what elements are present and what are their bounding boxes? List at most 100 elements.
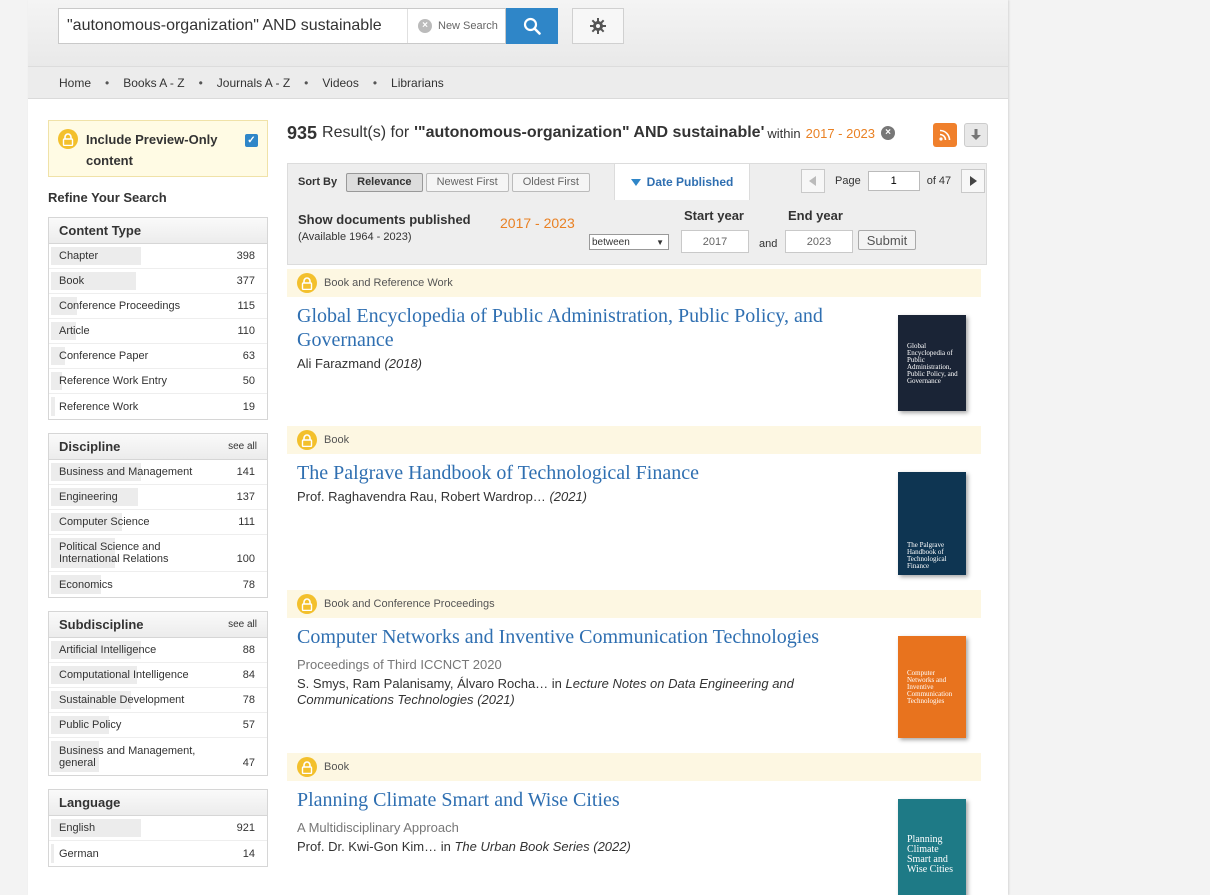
facet-item[interactable]: Sustainable Development 78: [49, 688, 267, 713]
facet-item[interactable]: Computer Science 111: [49, 510, 267, 535]
lock-icon: [58, 129, 78, 149]
facet-item[interactable]: Engineering 137: [49, 485, 267, 510]
facet-item[interactable]: Conference Paper 63: [49, 344, 267, 369]
facet-item[interactable]: Artificial Intelligence 88: [49, 638, 267, 663]
nav-videos[interactable]: Videos: [322, 76, 358, 90]
facet-item[interactable]: Political Science and International Rela…: [49, 535, 267, 572]
result-type-bar: Book: [287, 426, 981, 454]
nav-librarians[interactable]: Librarians: [391, 76, 444, 90]
facet-item[interactable]: Computational Intelligence 84: [49, 663, 267, 688]
date-filter: Show documents published (Available 1964…: [288, 200, 986, 264]
facet-item[interactable]: Article 110: [49, 319, 267, 344]
facet-item[interactable]: Economics 78: [49, 572, 267, 597]
page-label: Page: [835, 175, 861, 187]
nav-journals[interactable]: Journals A - Z: [217, 76, 290, 90]
end-year-input[interactable]: 2023: [785, 230, 853, 253]
new-search-button[interactable]: × New Search: [407, 9, 498, 43]
see-all-link[interactable]: see all: [228, 619, 257, 630]
facet-item-label: Computer Science: [59, 516, 150, 528]
result-type: Book and Reference Work: [324, 277, 453, 289]
facet-bar: [51, 397, 55, 416]
result-title-link[interactable]: The Palgrave Handbook of Technological F…: [287, 461, 987, 485]
book-cover[interactable]: Global Encyclopedia of Public Administra…: [898, 315, 966, 411]
remove-range-icon[interactable]: ×: [881, 126, 896, 140]
facet-item-label: Sustainable Development: [59, 694, 185, 706]
result-count: 935: [287, 122, 318, 143]
start-year-input[interactable]: 2017: [681, 230, 749, 253]
facet-item[interactable]: Business and Management 141: [49, 460, 267, 485]
rss-icon: [939, 129, 951, 141]
facet-item[interactable]: Public Policy 57: [49, 713, 267, 738]
end-year-label: End year: [788, 208, 843, 223]
result-subtitle: A Multidisciplinary Approach: [297, 820, 459, 835]
facet-item-label: Article: [59, 325, 90, 337]
facet-item-count: 14: [242, 847, 255, 860]
facet-item-count: 110: [237, 325, 255, 337]
download-button[interactable]: [964, 123, 988, 147]
facet-item[interactable]: German 14: [49, 841, 267, 866]
facet-item-label: Economics: [59, 578, 113, 591]
facet-item-count: 78: [242, 694, 255, 706]
facet-item-count: 47: [242, 757, 255, 769]
result-authors: Ali Farazmand (2018): [287, 356, 987, 372]
preview-only-toggle[interactable]: Include Preview-Only content ✓: [48, 120, 268, 177]
main-content: 935 Result(s) for '"autonomous-organizat…: [287, 120, 989, 895]
rss-button[interactable]: [933, 123, 957, 147]
facet-item-count: 50: [242, 375, 255, 387]
range-mode-select[interactable]: between ▼: [589, 234, 669, 250]
nav-books[interactable]: Books A - Z: [123, 76, 184, 90]
facet-item-label: German: [59, 847, 99, 860]
result-item: Book and Reference Work Global Encycloped…: [287, 269, 987, 426]
new-search-label: New Search: [438, 20, 498, 32]
result-type-bar: Book and Reference Work: [287, 269, 981, 297]
date-range: 2017 - 2023: [805, 125, 876, 141]
facet-item[interactable]: Conference Proceedings 115: [49, 294, 267, 319]
submit-button[interactable]: Submit: [858, 230, 916, 250]
facet-item[interactable]: Chapter 398: [49, 244, 267, 269]
see-all-link[interactable]: see all: [228, 441, 257, 452]
series-link[interactable]: The Urban Book Series: [454, 839, 589, 854]
facet-item[interactable]: Book 377: [49, 269, 267, 294]
result-type: Book and Conference Proceedings: [324, 598, 495, 610]
page-input[interactable]: [867, 171, 920, 191]
search-input[interactable]: [59, 9, 407, 43]
facet-item[interactable]: Reference Work 19: [49, 394, 267, 419]
facet-item-count: 141: [236, 466, 255, 478]
show-docs-label: Show documents published: [298, 212, 471, 227]
arrow-right-icon: [970, 176, 978, 186]
facet-item-label: Conference Paper: [59, 350, 149, 362]
sort-by-label: Sort By: [298, 176, 338, 188]
book-cover[interactable]: The Palgrave Handbook of Technological F…: [898, 472, 966, 575]
sort-oldest[interactable]: Oldest First: [511, 172, 590, 192]
facet-2: Subdiscipline see all Artificial Intellige…: [48, 611, 268, 776]
clear-icon[interactable]: ×: [418, 19, 432, 33]
and-label: and: [759, 238, 778, 250]
next-page-button[interactable]: [961, 169, 986, 193]
facet-title: Discipline see all: [49, 434, 267, 460]
nav-home[interactable]: Home: [59, 76, 91, 90]
preview-only-label: Include Preview-Only content: [86, 132, 218, 168]
facet-item[interactable]: Business and Management, general 47: [49, 738, 267, 775]
facet-item[interactable]: Reference Work Entry 50: [49, 369, 267, 394]
result-title-link[interactable]: Global Encyclopedia of Public Administra…: [287, 304, 987, 352]
search-button[interactable]: [506, 8, 558, 44]
facet-title: Subdiscipline see all: [49, 612, 267, 638]
chevron-down-icon: ▼: [656, 237, 664, 247]
book-cover[interactable]: Planning Climate Smart and Wise Cities: [898, 799, 966, 895]
facet-item-count: 100: [236, 553, 255, 565]
preview-only-checkbox[interactable]: ✓: [245, 134, 258, 147]
facet-item-count: 111: [238, 516, 255, 528]
prev-page-button[interactable]: [801, 169, 825, 193]
facet-item[interactable]: English 921: [49, 816, 267, 841]
sort-newest[interactable]: Newest First: [425, 172, 509, 192]
cover-title: Global Encyclopedia of Public Administra…: [907, 342, 958, 385]
facet-item-label: Business and Management: [59, 466, 193, 478]
result-title-link[interactable]: Computer Networks and Inventive Communic…: [287, 625, 987, 649]
sort-relevance[interactable]: Relevance: [346, 172, 423, 192]
date-published-tab[interactable]: Date Published: [614, 164, 750, 200]
authors-text: Ali Farazmand: [297, 356, 381, 371]
settings-button[interactable]: [572, 8, 624, 44]
result-subtitle: Proceedings of Third ICCNCT 2020: [297, 657, 502, 672]
result-title-link[interactable]: Planning Climate Smart and Wise Cities: [287, 788, 987, 812]
book-cover[interactable]: Computer Networks and Inventive Communic…: [898, 636, 966, 738]
